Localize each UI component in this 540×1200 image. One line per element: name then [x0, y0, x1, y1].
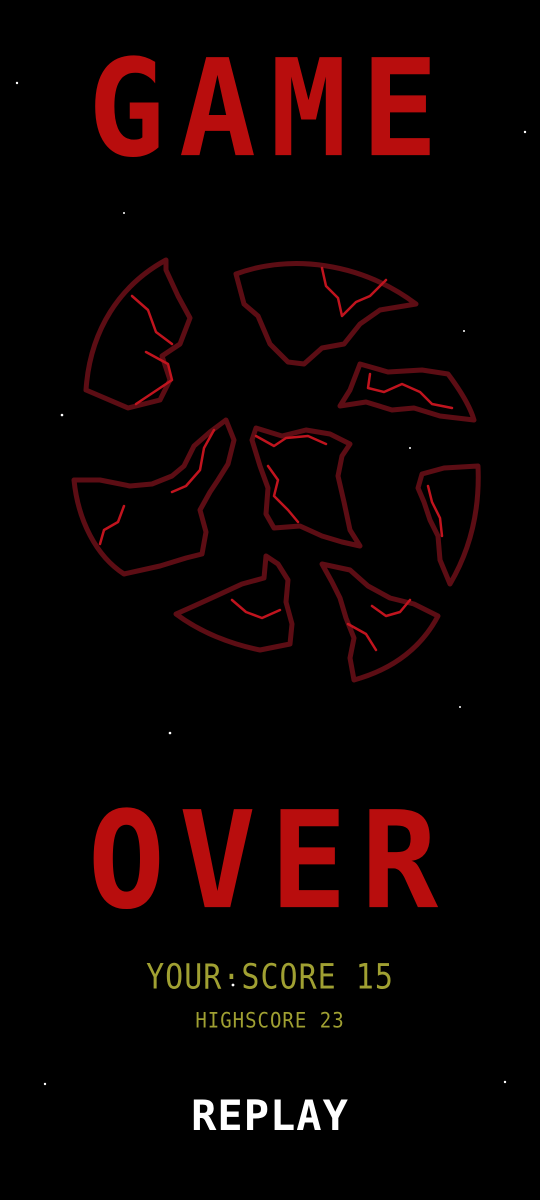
star-icon: [503, 1080, 507, 1084]
highscore-text: HIGHSCORE 23: [195, 1008, 345, 1034]
title-over: OVER: [87, 783, 453, 940]
planet-shard: [319, 561, 441, 683]
planet-shard: [83, 257, 193, 411]
planet-vein: [254, 434, 328, 448]
planet-vein: [98, 504, 126, 546]
title-game: GAME: [87, 31, 453, 188]
planet-vein: [320, 266, 388, 318]
planet-shard: [71, 417, 237, 577]
planet-vein: [266, 464, 300, 524]
game-over-screen: GAME OVER YOUR·SCORE 15 HIGHSCORE 23 REP…: [0, 0, 540, 1200]
planet-vein: [230, 598, 282, 620]
planet-vein: [170, 428, 216, 494]
your-score-text: YOUR·SCORE 15: [146, 957, 394, 998]
planet-shard: [233, 261, 419, 367]
star-icon: [43, 1082, 47, 1086]
replay-button[interactable]: REPLAY: [160, 1088, 380, 1144]
planet-vein: [130, 294, 174, 346]
shattered-planet-icon: [71, 257, 481, 683]
star-icon: [123, 212, 125, 214]
planet-shard: [337, 361, 477, 423]
planet-vein: [134, 350, 174, 406]
planet-vein: [366, 372, 454, 410]
star-icon: [459, 706, 461, 708]
star-icon: [168, 731, 172, 735]
planet-shard: [249, 425, 363, 549]
planet-shard: [415, 463, 481, 587]
